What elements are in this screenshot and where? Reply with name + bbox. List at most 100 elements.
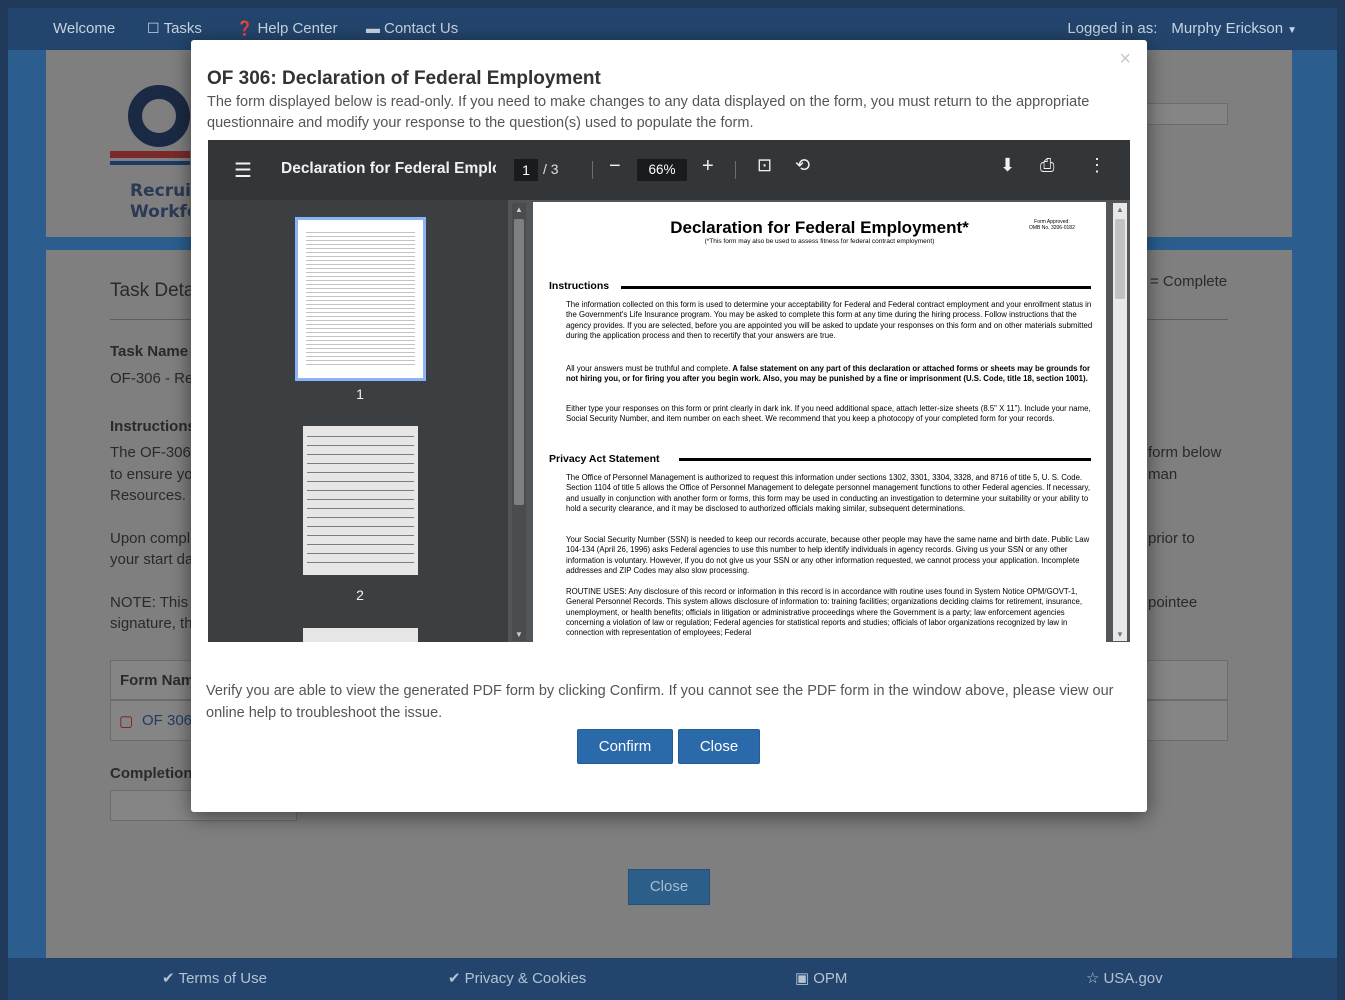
fit-page-icon[interactable]: ⊡ [757, 155, 772, 176]
modal-title: OF 306: Declaration of Federal Employmen… [207, 68, 601, 89]
menu-icon[interactable]: ☰ [234, 158, 252, 183]
task-name-label: Task Name [110, 343, 189, 360]
instructions-label: Instructions [110, 418, 196, 435]
nav-welcome[interactable]: Welcome [53, 20, 115, 37]
thumbnail-page-2[interactable] [303, 426, 418, 575]
logo-stripe-red [110, 151, 190, 158]
footer-terms-label: Terms of Use [178, 970, 267, 987]
nav-help-center[interactable]: ❓ Help Center [236, 20, 337, 37]
pdf-privacy-p3: ROUTINE USES: Any disclosure of this rec… [566, 587, 1082, 638]
pdf-rule [621, 286, 1091, 289]
footer-terms-link[interactable]: ✔ Terms of Use [162, 969, 267, 987]
zoom-in-icon[interactable]: + [702, 155, 714, 178]
pdf-doc-title: Declaration for Federal Emplo... [281, 160, 496, 177]
rotate-icon[interactable]: ⟲ [795, 155, 810, 176]
user-menu[interactable]: Logged in as: Murphy Erickson ▼ [1067, 20, 1297, 37]
nav-tasks-label: Tasks [163, 20, 202, 37]
upon-line2: your start da [110, 551, 194, 568]
logo-text: Recruit Workfo [130, 181, 190, 223]
caret-down-icon: ▼ [1287, 25, 1297, 36]
page-total: / 3 [543, 161, 559, 177]
pdf-omb: Form Approved: OMB No. 3206-0182 [1029, 219, 1075, 231]
thumbnail-page-1[interactable] [295, 217, 426, 381]
pdf-scroll-handle[interactable] [1115, 219, 1125, 299]
toolbar-separator [592, 161, 593, 179]
nav-tasks[interactable]: ☐ Tasks [147, 20, 202, 37]
logo-stripe-blue [110, 161, 190, 165]
footer-usagov-link[interactable]: ☆ USA.gov [1086, 969, 1163, 987]
thumbnail-scroll-handle[interactable] [514, 219, 524, 505]
thumbnail-scrollbar[interactable]: ▲ ▼ [512, 203, 526, 641]
form-name-header: Form Nam [120, 672, 195, 689]
footer-usagov-label: USA.gov [1103, 970, 1163, 987]
download-icon[interactable]: ⬇ [1000, 155, 1015, 176]
pdf-rule [679, 458, 1091, 461]
pdf-title: Declaration for Federal Employment* [670, 218, 969, 237]
thumbnail-page-3[interactable] [303, 628, 418, 642]
zoom-level-input[interactable]: 66% [637, 159, 687, 181]
upon-line1: Upon compl [110, 530, 191, 547]
scroll-down-icon[interactable]: ▼ [1116, 630, 1124, 639]
briefcase-icon: ▣ [795, 970, 810, 987]
task-details-heading: Task Deta [110, 280, 195, 301]
footer: ✔ Terms of Use ✔ Privacy & Cookies ▣ OPM ☆ U… [8, 958, 1337, 1000]
thumbnail-2-number: 2 [356, 587, 364, 603]
instructions-line1: The OF-306 [110, 444, 191, 461]
pdf-instr-p2-normal: All your answers must be truthful and co… [566, 364, 731, 373]
confirm-button[interactable]: Confirm [577, 729, 673, 764]
pdf-instr-p2: All your answers must be truthful and co… [566, 364, 1093, 385]
pdf-page: Declaration for Federal Employment* (*Th… [533, 202, 1106, 642]
note-line2: signature, th [110, 615, 193, 632]
agency-logo: Recruit Workfo [110, 85, 190, 225]
incomplete-square-icon: ▢ [119, 713, 134, 730]
instructions-right1: form below [1148, 444, 1222, 461]
more-options-icon[interactable]: ⋮ [1088, 155, 1106, 176]
pdf-privacy-heading: Privacy Act Statement [549, 453, 660, 465]
pdf-instr-p1: The information collected on this form i… [566, 300, 1093, 340]
instructions-right2: man [1148, 466, 1178, 483]
question-circle-icon: ❓ [236, 20, 254, 36]
pdf-privacy-p2: Your Social Security Number (SSN) is nee… [566, 535, 1090, 575]
pdf-viewer: ☰ Declaration for Federal Emplo... 1 / 3… [208, 140, 1130, 642]
modal-close-x-icon[interactable]: × [1119, 48, 1131, 71]
completion-label: Completion [110, 765, 193, 782]
modal-verify-text: Verify you are able to view the generate… [206, 683, 1114, 721]
logo-line1: Recruit [130, 181, 190, 201]
pdf-subtitle: (*This form may also be used to assess f… [704, 238, 935, 245]
thumbnail-1-number: 1 [356, 386, 364, 402]
header-search-box [1140, 103, 1228, 125]
check-circle-icon: ✔ [162, 970, 175, 987]
pdf-toolbar: ☰ Declaration for Federal Emplo... 1 / 3… [208, 140, 1130, 200]
comment-icon: ▬ [366, 20, 380, 36]
star-icon: ☆ [1086, 970, 1100, 987]
footer-opm-link[interactable]: ▣ OPM [795, 969, 847, 987]
scroll-up-icon[interactable]: ▲ [1116, 205, 1124, 214]
logged-in-label: Logged in as: [1067, 20, 1158, 37]
omb-line2: OMB No. 3206-0182 [1029, 225, 1075, 231]
nav-contact-us[interactable]: ▬ Contact Us [366, 20, 458, 37]
pdf-scrollbar[interactable]: ▲ ▼ [1113, 203, 1127, 641]
form-link[interactable]: OF 306 [142, 712, 192, 729]
page-close-button[interactable]: Close [628, 869, 710, 905]
user-name: Murphy Erickson [1171, 20, 1284, 37]
scroll-down-icon[interactable]: ▼ [515, 630, 523, 639]
note-line1: NOTE: This [110, 594, 189, 611]
zoom-out-icon[interactable]: − [609, 155, 621, 178]
upon-right: prior to [1148, 530, 1195, 547]
logo-circle-icon [128, 85, 190, 147]
print-icon[interactable]: ⎙ [1040, 155, 1054, 176]
modal-close-button[interactable]: Close [678, 729, 760, 764]
square-icon: ☐ [147, 20, 160, 36]
scroll-up-icon[interactable]: ▲ [515, 205, 523, 214]
footer-privacy-link[interactable]: ✔ Privacy & Cookies [448, 969, 586, 987]
nav-help-label: Help Center [257, 20, 338, 37]
task-name-value: OF-306 - Re [110, 370, 194, 387]
status-legend: = Complete [1150, 273, 1228, 290]
instructions-line2: to ensure yo [110, 466, 193, 483]
thumbnail-lines [306, 232, 415, 368]
note-right: pointee [1148, 594, 1198, 611]
page-number-input[interactable]: 1 [514, 159, 538, 181]
footer-opm-label: OPM [813, 970, 848, 987]
toolbar-separator [735, 161, 736, 179]
pdf-instr-p3: Either type your responses on this form … [566, 404, 1091, 424]
